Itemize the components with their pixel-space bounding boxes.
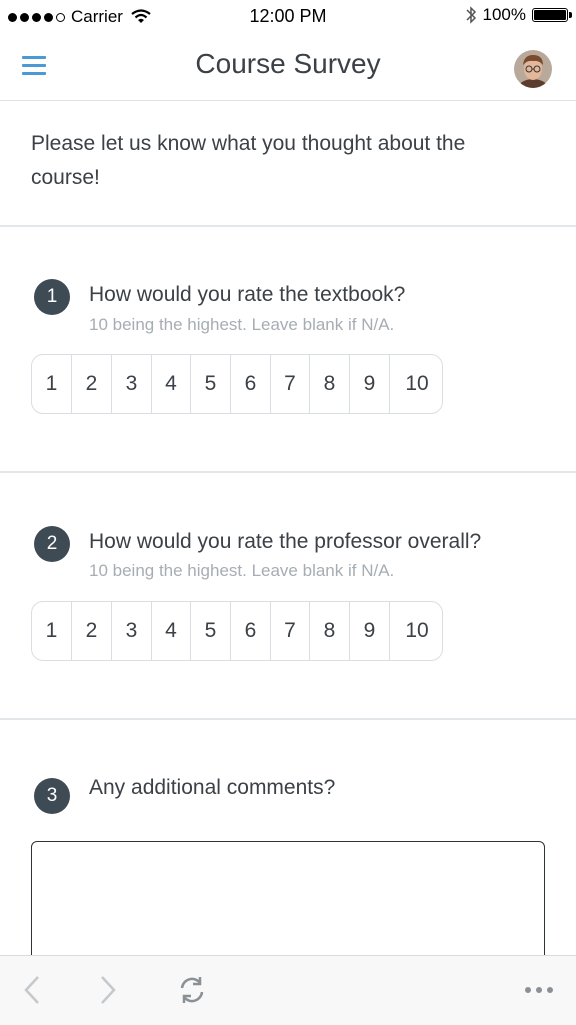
battery-icon — [532, 8, 572, 22]
navigation-bar: Course Survey — [0, 34, 576, 101]
rating-scale: 1 2 3 4 5 6 7 8 9 10 — [31, 601, 443, 661]
rating-option-3[interactable]: 3 — [112, 355, 152, 413]
rating-option-7[interactable]: 7 — [271, 602, 310, 660]
rating-option-10[interactable]: 10 — [390, 355, 442, 413]
rating-option-2[interactable]: 2 — [72, 355, 112, 413]
question-number-badge: 3 — [34, 778, 70, 814]
refresh-icon[interactable] — [176, 974, 208, 1006]
question-title: Any additional comments? — [89, 776, 336, 799]
status-bar: Carrier 12:00 PM 100% — [0, 0, 576, 34]
page-title: Course Survey — [195, 48, 381, 79]
question-2: 2 How would you rate the professor overa… — [0, 473, 576, 720]
rating-option-6[interactable]: 6 — [231, 602, 271, 660]
question-hint: 10 being the highest. Leave blank if N/A… — [89, 561, 395, 580]
rating-option-5[interactable]: 5 — [191, 602, 231, 660]
rating-option-5[interactable]: 5 — [191, 355, 231, 413]
rating-option-10[interactable]: 10 — [390, 602, 442, 660]
rating-option-1[interactable]: 1 — [32, 355, 72, 413]
battery-percent: 100% — [482, 5, 526, 24]
rating-option-9[interactable]: 9 — [350, 355, 390, 413]
question-number-badge: 1 — [34, 279, 70, 315]
intro-section: Please let us know what you thought abou… — [0, 101, 576, 227]
intro-text: Please let us know what you thought abou… — [31, 132, 466, 189]
question-number-badge: 2 — [34, 526, 70, 562]
battery-group: 100% — [465, 5, 572, 25]
chevron-right-icon[interactable] — [98, 974, 118, 1006]
rating-option-2[interactable]: 2 — [72, 602, 112, 660]
rating-scale: 1 2 3 4 5 6 7 8 9 10 — [31, 354, 443, 414]
question-hint: 10 being the highest. Leave blank if N/A… — [89, 315, 395, 334]
bluetooth-icon — [465, 6, 476, 24]
browser-toolbar — [0, 955, 576, 1025]
rating-option-1[interactable]: 1 — [32, 602, 72, 660]
rating-option-4[interactable]: 4 — [152, 602, 191, 660]
rating-option-6[interactable]: 6 — [231, 355, 271, 413]
more-dots-icon[interactable] — [524, 986, 554, 994]
question-1: 1 How would you rate the textbook? 10 be… — [0, 227, 576, 473]
rating-option-7[interactable]: 7 — [271, 355, 310, 413]
rating-option-9[interactable]: 9 — [350, 602, 390, 660]
question-title: How would you rate the professor overall… — [89, 530, 482, 553]
rating-option-8[interactable]: 8 — [310, 355, 350, 413]
chevron-left-icon[interactable] — [22, 974, 42, 1006]
rating-option-8[interactable]: 8 — [310, 602, 350, 660]
rating-option-3[interactable]: 3 — [112, 602, 152, 660]
rating-option-4[interactable]: 4 — [152, 355, 191, 413]
user-avatar[interactable] — [514, 50, 552, 88]
question-title: How would you rate the textbook? — [89, 283, 406, 306]
